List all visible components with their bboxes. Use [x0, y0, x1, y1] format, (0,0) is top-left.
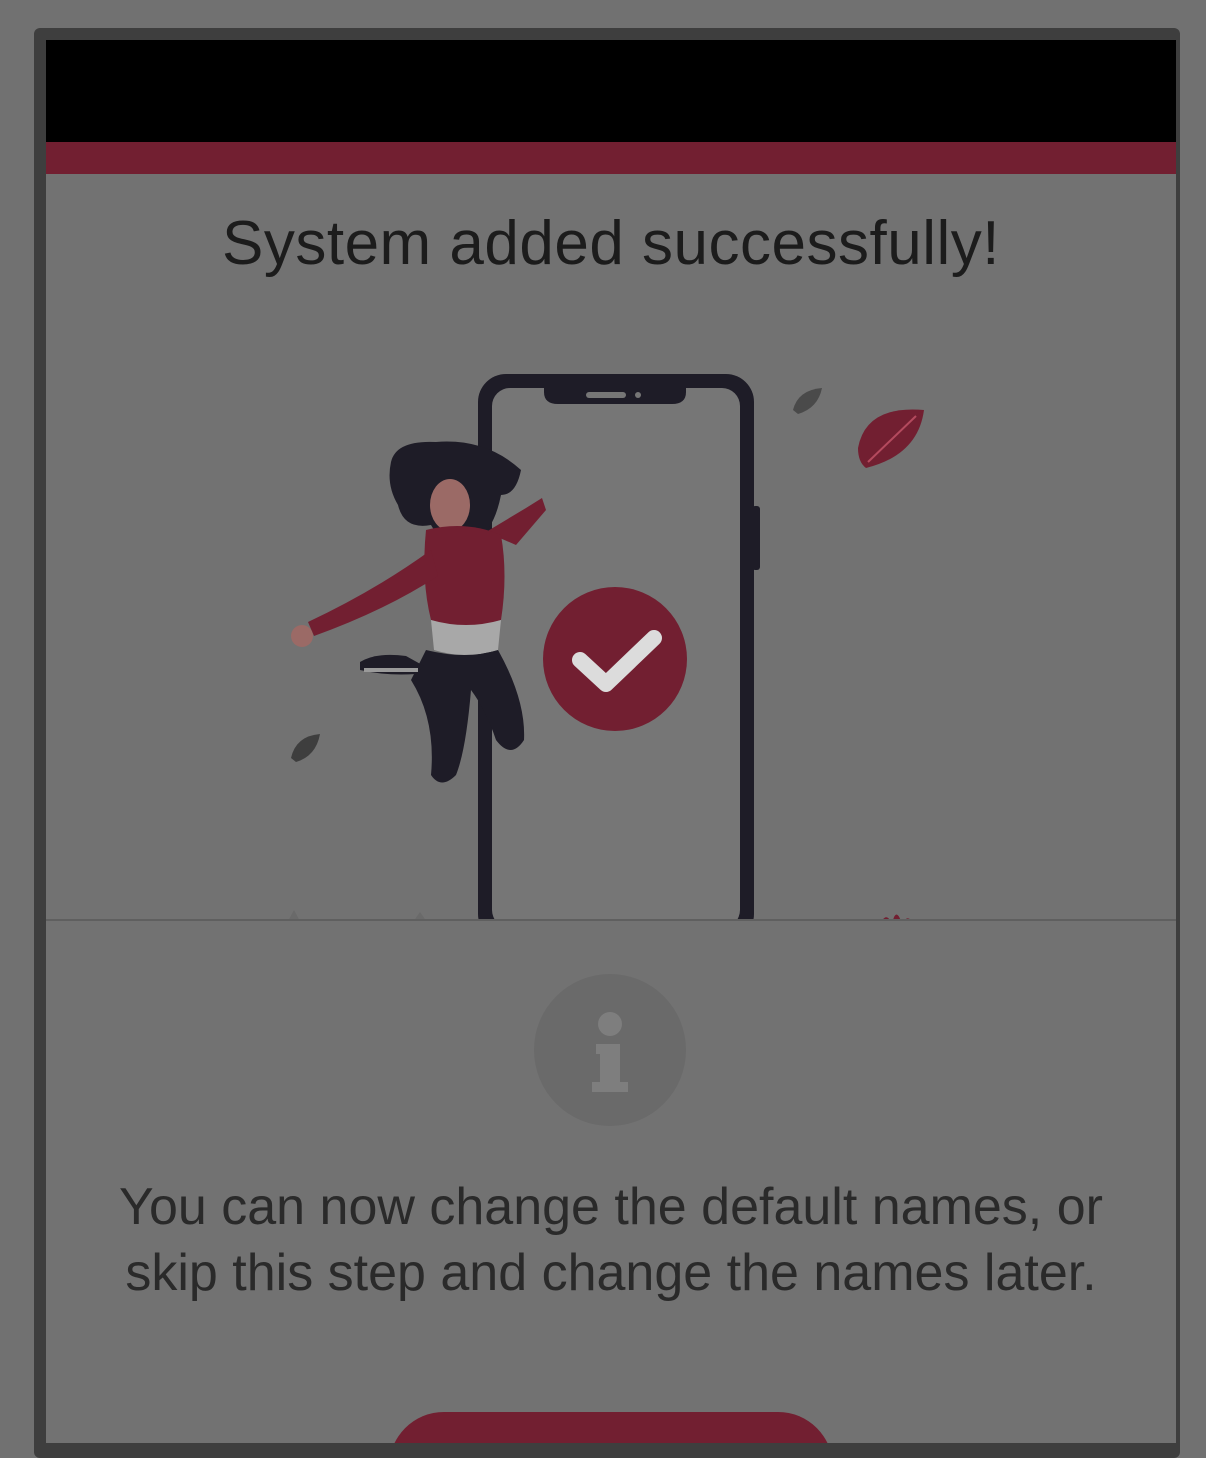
app-screen: System added successfully! You can now c…: [46, 40, 1176, 1443]
success-illustration: [288, 374, 924, 920]
leaf-icon-small-left: [291, 734, 320, 762]
app-accent-bar: [46, 142, 1176, 174]
leaf-icon-large: [858, 409, 924, 468]
page-title: System added successfully!: [221, 209, 1000, 278]
primary-action-button[interactable]: [389, 1412, 833, 1443]
leaf-icon-small-top: [793, 388, 822, 414]
info-message: You can now change the default names, or…: [119, 1178, 1103, 1302]
info-icon: [534, 974, 686, 1126]
check-circle-icon: [543, 587, 687, 731]
section-divider: [46, 919, 1176, 921]
status-bar: [46, 40, 1176, 142]
